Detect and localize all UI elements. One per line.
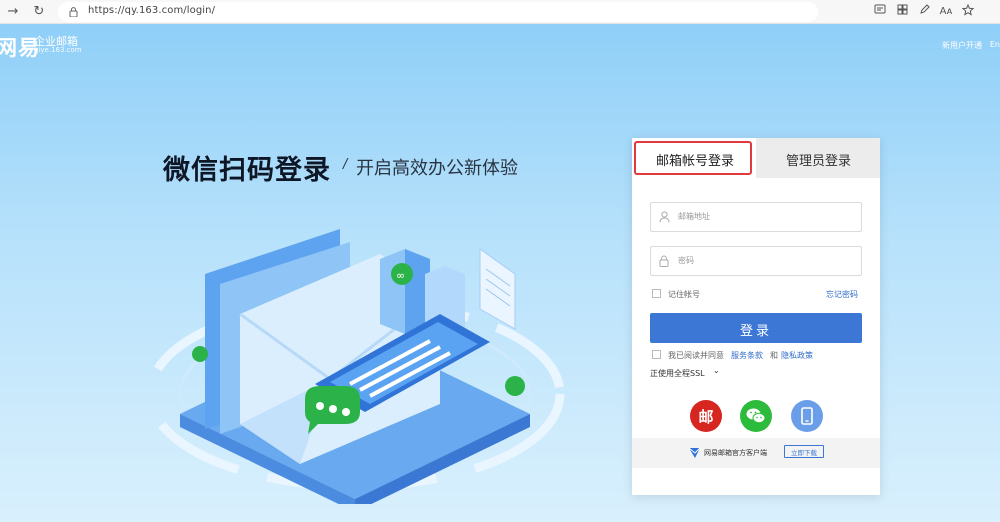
login-card: 邮箱帐号登录 管理员登录 邮箱地址 密码 记住帐号 忘记密码 登录 我已阅读并同… [632,138,880,495]
email-field[interactable]: 邮箱地址 [650,202,862,232]
language-link[interactable]: En [990,40,1000,49]
user-icon [659,211,670,223]
new-user-link[interactable]: 新用户开通 [942,40,982,51]
chevron-down-icon[interactable]: ⌄ [713,366,720,375]
password-field[interactable]: 密码 [650,246,862,276]
favorite-icon[interactable] [960,3,976,20]
remember-label: 记住帐号 [668,290,700,299]
back-icon[interactable]: → [4,3,22,21]
mobile-icon[interactable] [791,400,823,432]
apps-icon[interactable] [894,4,910,20]
hero-title: 微信扫码登录 [163,155,331,186]
password-placeholder: 密码 [678,256,694,265]
site-info-icon[interactable] [69,7,78,17]
wechat-glyph [746,408,766,424]
address-bar[interactable]: https://qy.163.com/login/ [58,2,818,22]
login-tabs: 邮箱帐号登录 管理员登录 [632,138,880,178]
login-page: 网易 企业邮箱 qiye.163.com 新用户开通 En 微信扫码登录 / 开… [0,24,1000,522]
login-button-label: 登录 [739,324,772,339]
url-text[interactable]: https://qy.163.com/login/ [88,5,215,16]
lock-icon [659,255,669,267]
terms-link[interactable]: 服务条款 [731,350,763,361]
ssl-selector[interactable]: 正使用全程SSL [650,368,705,379]
tab-admin-login-label: 管理员登录 [786,154,852,169]
mobile-glyph [801,407,813,425]
tab-admin-login[interactable]: 管理员登录 [756,138,880,178]
reader-view-icon[interactable] [872,4,888,20]
agree-checkbox[interactable] [652,350,661,359]
wechat-icon[interactable] [740,400,772,432]
tab-highlight-box [634,141,752,175]
login-button[interactable]: 登录 [650,313,862,343]
svg-text:∞: ∞ [396,269,405,282]
hero-separator: / [343,157,348,172]
client-download-bar: 网易邮箱官方客户端 立即下载 [632,438,880,468]
download-button-label: 立即下载 [791,449,817,457]
forgot-password-link[interactable]: 忘记密码 [826,289,858,300]
read-aloud-icon[interactable]: Aᴀ [938,4,954,20]
hero-illustration: ∞ [145,229,565,504]
netease-mail-icon[interactable]: 邮 [690,400,722,432]
download-button[interactable]: 立即下载 [784,445,824,458]
netease-client-icon [688,447,701,458]
client-text: 网易邮箱官方客户端 [704,449,767,457]
browser-toolbar: → ↻ https://qy.163.com/login/ Aᴀ [0,0,1000,24]
netease-mail-glyph: 邮 [698,408,714,426]
refresh-icon[interactable]: ↻ [30,3,48,21]
hero-subtitle: 开启高效办公新体验 [356,158,518,179]
remember-checkbox[interactable] [652,289,661,298]
email-placeholder: 邮箱地址 [678,212,710,221]
tab-email-login[interactable]: 邮箱帐号登录 [632,138,756,178]
pen-icon[interactable] [916,4,932,20]
and-text: 和 [770,351,778,360]
agree-text: 我已阅读并同意 [668,351,724,360]
privacy-link[interactable]: 隐私政策 [781,350,813,361]
logo-domain: qiye.163.com [34,46,82,54]
